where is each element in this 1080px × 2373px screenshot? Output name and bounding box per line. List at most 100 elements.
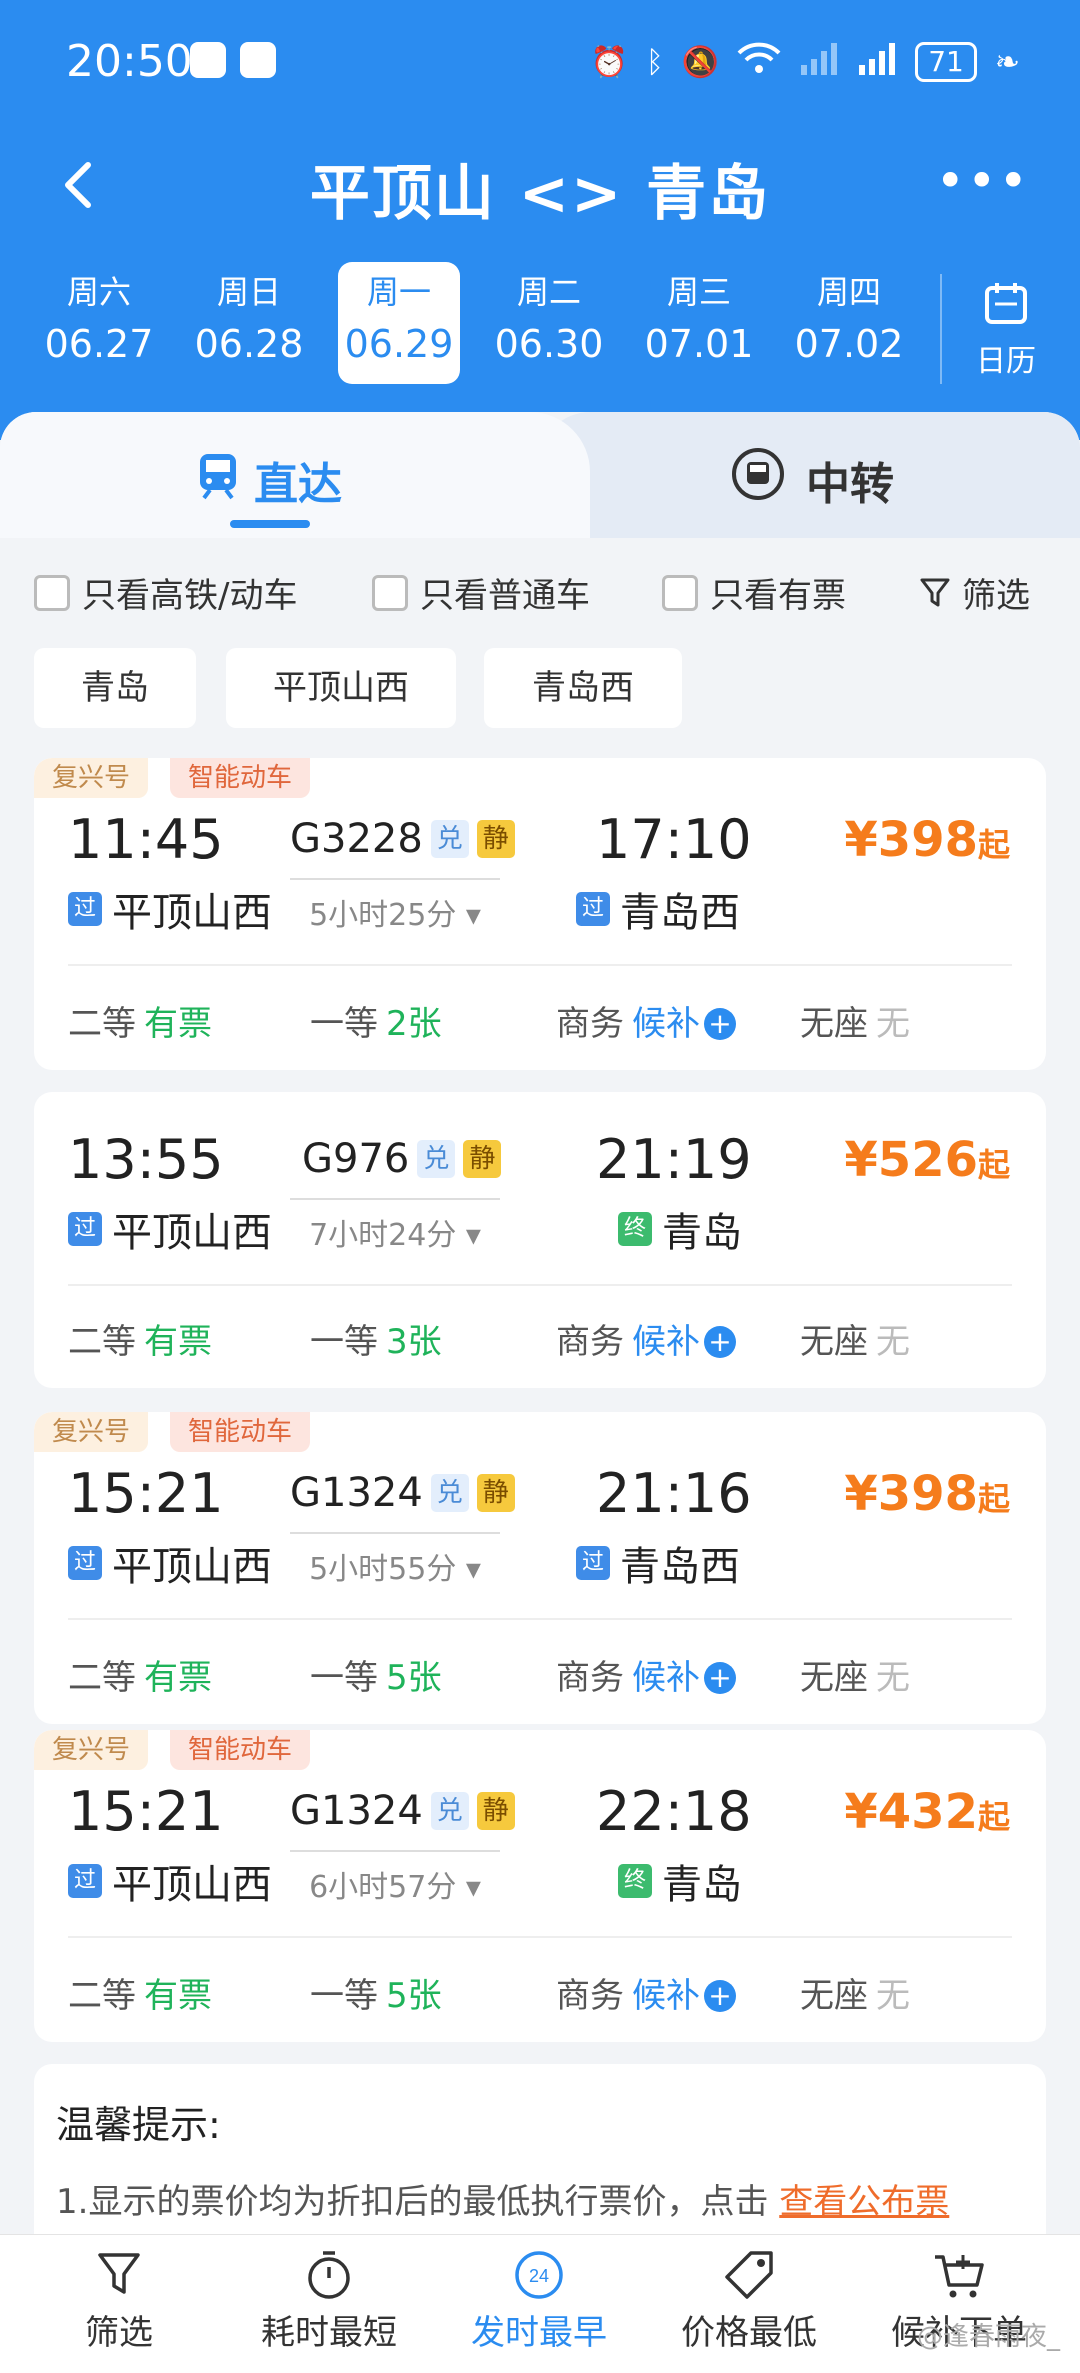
ticket-price: ¥432起 — [844, 1784, 1010, 1840]
bottom-filter-button[interactable]: 筛选 — [14, 2245, 224, 2354]
departure-station: 过平顶山西 — [68, 1852, 272, 1910]
plus-icon[interactable]: + — [704, 1008, 736, 1040]
seat-label: 一等 — [310, 1976, 378, 2016]
published-fare-link[interactable]: 查看公布票 — [779, 2182, 949, 2222]
train-card[interactable]: 13:55 G976 兑静 21:19 ¥526起 过平顶山西 7小时24分 ▾ … — [34, 1092, 1046, 1388]
bottom-filter-label: 筛选 — [85, 2313, 153, 2353]
station-chip[interactable]: 青岛西 — [484, 648, 682, 728]
calendar-icon — [985, 283, 1027, 324]
waitlist-link[interactable]: 候补 — [632, 1976, 700, 2016]
seat-no-seat: 无座无 — [800, 1314, 910, 1363]
station-chip[interactable]: 青岛 — [34, 648, 196, 728]
date-weekday: 周三 — [666, 273, 731, 311]
checkbox-box — [372, 574, 408, 611]
tips-text: 1.显示的票价均为折扣后的最低执行票价，点击 查看公布票 — [56, 2174, 949, 2223]
departure-time: 15:21 — [68, 1780, 224, 1843]
chevron-down-icon: ▾ — [465, 898, 481, 933]
smart-emu-tag: 智能动车 — [170, 1730, 311, 1770]
page-title: 平顶山 <> 青岛 — [309, 159, 771, 229]
date-item[interactable]: 周日 06.28 — [188, 262, 310, 384]
seat-availability: 有票 — [144, 1658, 212, 1698]
plus-icon[interactable]: + — [704, 1662, 736, 1694]
sort-lowest-price-button[interactable]: 价格最低 — [644, 2245, 854, 2354]
seat-label: 二等 — [68, 1976, 136, 2016]
waitlist-link[interactable]: 候补 — [632, 1322, 700, 1362]
seat-second-class: 二等 有票 — [68, 1314, 212, 1363]
waitlist-link[interactable]: 候补 — [632, 1658, 700, 1698]
duration[interactable]: 5小时55分 ▾ — [290, 1532, 500, 1588]
train-card[interactable]: 复兴号 智能动车 15:21 G1324 兑静 21:16 ¥398起 过平顶山西… — [34, 1412, 1046, 1724]
pass-mark: 过 — [576, 892, 610, 926]
arrival-time: 22:18 — [596, 1780, 752, 1843]
sort-shortest-duration-button[interactable]: 耗时最短 — [224, 2245, 434, 2354]
ticket-price: ¥526起 — [844, 1132, 1010, 1188]
train-number: G1324 — [290, 1788, 423, 1834]
tab-direct[interactable]: 直达 — [0, 412, 590, 538]
seat-no-seat: 无座无 — [800, 1650, 910, 1699]
more-options-button[interactable]: ••• — [936, 156, 1030, 206]
date-item[interactable]: 周四 07.02 — [788, 262, 910, 384]
route-tabs: 中转 直达 — [0, 412, 1080, 538]
seat-no-seat: 无座无 — [800, 996, 910, 1045]
train-card[interactable]: 复兴号 智能动车 15:21 G1324 兑静 22:18 ¥432起 过平顶山西… — [34, 1730, 1046, 2042]
train-card[interactable]: 复兴号 智能动车 11:45 G3228 兑静 17:10 ¥398起 过平顶山西… — [34, 758, 1046, 1070]
date-item[interactable]: 周二 06.30 — [488, 262, 610, 384]
waitlist-link[interactable]: 候补 — [632, 1004, 700, 1044]
seat-second-class: 二等 有票 — [68, 996, 212, 1045]
plus-icon[interactable]: + — [704, 1326, 736, 1358]
sort-earliest-departure-button[interactable]: 24 发时最早 — [434, 2245, 644, 2354]
filter-button[interactable]: 筛选 — [920, 568, 1030, 617]
duration[interactable]: 6小时57分 ▾ — [290, 1850, 500, 1906]
price-value: ¥398 — [844, 812, 978, 868]
seat-label: 商务 — [556, 1976, 624, 2016]
duration[interactable]: 7小时24分 ▾ — [290, 1198, 500, 1254]
train-number: G1324 — [290, 1470, 423, 1516]
status-time: 20:50 — [66, 36, 193, 87]
exchange-badge: 兑 — [430, 820, 469, 858]
fuxing-tag: 复兴号 — [34, 1730, 149, 1770]
checkbox-normal-train[interactable]: 只看普通车 — [372, 568, 590, 617]
date-item-selected[interactable]: 周一 06.29 — [338, 262, 460, 384]
ticket-price: ¥398起 — [844, 1466, 1010, 1522]
smart-emu-tag: 智能动车 — [170, 1412, 311, 1452]
plus-icon[interactable]: + — [704, 1980, 736, 2012]
duration[interactable]: 5小时25分 ▾ — [290, 878, 500, 934]
price-suffix: 起 — [977, 1798, 1010, 1836]
checkbox-available-only[interactable]: 只看有票 — [662, 568, 846, 617]
leaf-icon: ❧ — [994, 44, 1020, 80]
checkbox-box — [34, 574, 70, 611]
exchange-badge: 兑 — [417, 1140, 456, 1178]
seat-availability: 有票 — [144, 1004, 212, 1044]
checkbox-high-speed[interactable]: 只看高铁/动车 — [34, 568, 297, 617]
tab-transfer[interactable]: 中转 — [540, 412, 1080, 538]
station-chip[interactable]: 平顶山西 — [226, 648, 456, 728]
watermark: @逢春雨夜_ — [916, 2322, 1060, 2352]
seat-label: 无座 — [800, 1004, 868, 1044]
date-item[interactable]: 周六 06.27 — [38, 262, 160, 384]
arrival-station-name: 青岛 — [662, 1210, 742, 1256]
date-value: 06.28 — [194, 322, 304, 366]
departure-station-name: 平顶山西 — [112, 1544, 272, 1590]
seat-business-class: 商务 候补 + — [556, 996, 736, 1045]
smart-emu-tag: 智能动车 — [170, 758, 311, 798]
date-value: 06.30 — [494, 322, 604, 366]
seat-availability: 有票 — [144, 1322, 212, 1362]
seat-label: 一等 — [310, 1322, 378, 1362]
seat-first-class: 一等 2张 — [310, 996, 442, 1045]
station-filter-row: 青岛 平顶山西 青岛西 — [0, 648, 1080, 728]
departure-station-name: 平顶山西 — [112, 890, 272, 936]
divider — [68, 1936, 1012, 1938]
divider — [68, 1618, 1012, 1620]
date-item[interactable]: 周三 07.01 — [638, 262, 760, 384]
signal-icon — [857, 41, 897, 83]
seat-first-class: 一等 5张 — [310, 1968, 442, 2017]
bluetooth-icon: ᛒ — [645, 44, 664, 80]
seat-label: 商务 — [556, 1658, 624, 1698]
seat-business-class: 商务 候补 + — [556, 1314, 736, 1363]
calendar-button[interactable]: 日历 — [940, 274, 1070, 384]
chevron-down-icon: ▾ — [465, 1552, 481, 1587]
seat-label: 商务 — [556, 1322, 624, 1362]
duration-text: 6小时57分 — [309, 1870, 457, 1905]
price-value: ¥432 — [844, 1784, 978, 1840]
checkbox-label: 只看高铁/动车 — [82, 576, 298, 616]
